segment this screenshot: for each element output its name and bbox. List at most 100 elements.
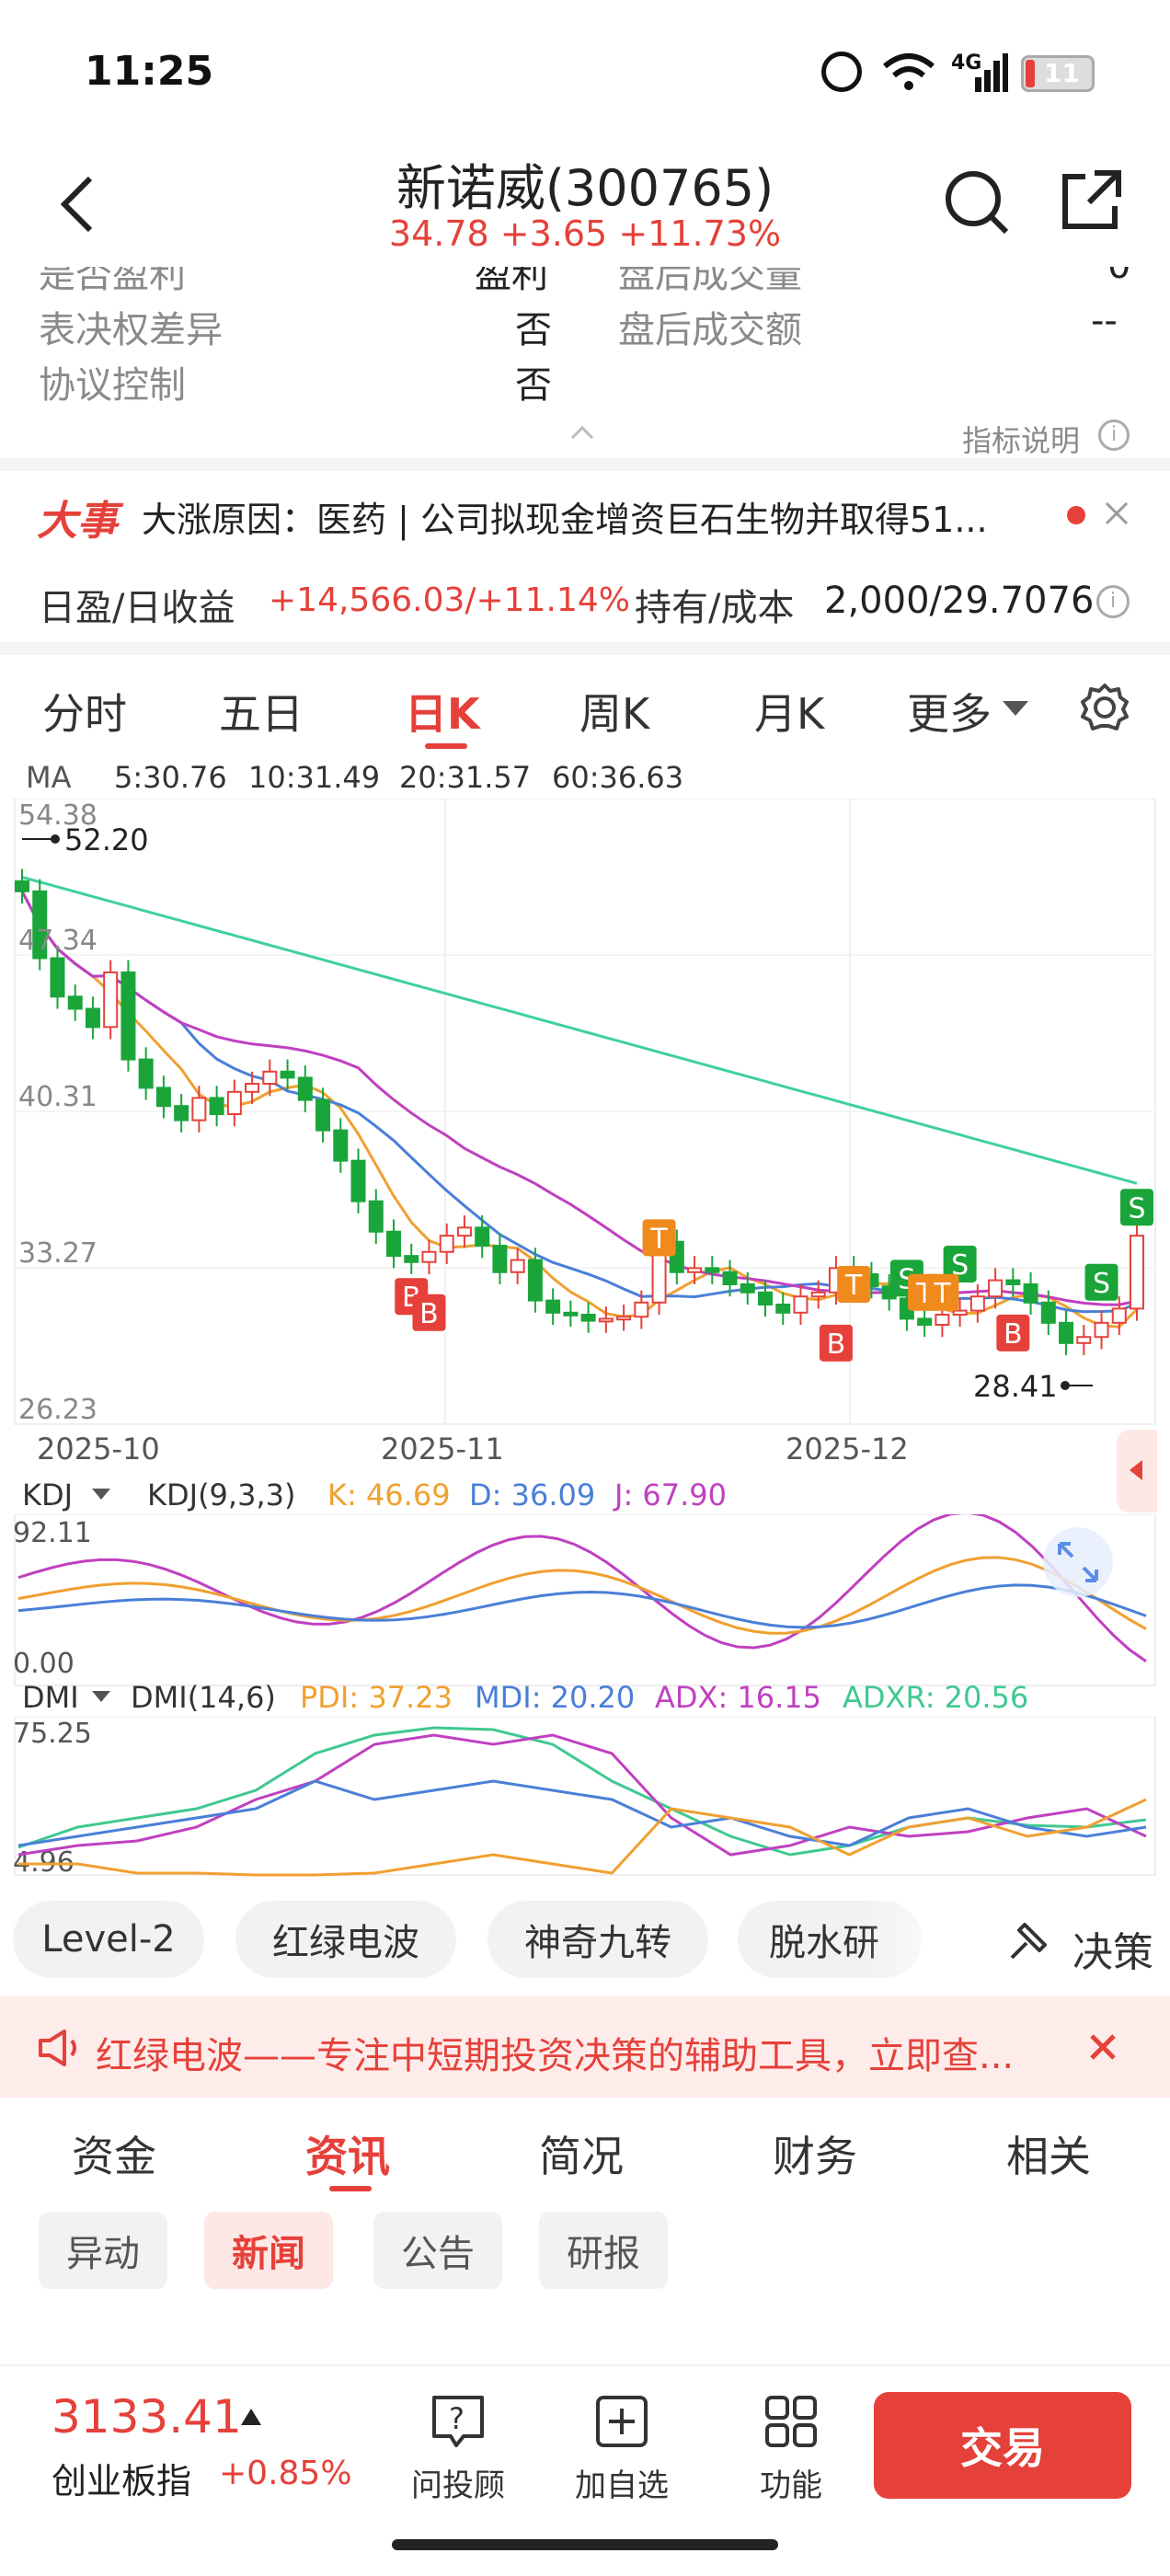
tab-intraday[interactable]: 分时 xyxy=(42,681,127,742)
tool-chip-row: Level-2 红绿电波 神奇九转 脱水研 决策 xyxy=(0,1901,1170,1989)
info-label: 表决权差异 xyxy=(39,309,223,351)
tab-monthly-k[interactable]: 月K xyxy=(754,681,824,742)
index-change: +0.85% xyxy=(219,2455,352,2492)
add-watchlist-button[interactable]: 加自选 xyxy=(567,2392,677,2505)
gear-icon[interactable] xyxy=(1080,683,1130,732)
divider xyxy=(0,458,1170,471)
candle-body xyxy=(545,1299,561,1314)
news-banner[interactable]: 大事 大涨原因：医药 | 公司拟现金增资巨石生物并取得51... xyxy=(0,471,1170,550)
candle-body xyxy=(350,1159,366,1202)
candle-body xyxy=(634,1301,649,1318)
candle-body xyxy=(775,1304,791,1314)
candle-body xyxy=(174,1105,189,1121)
battery-level: 11 xyxy=(1044,58,1080,88)
subtab-movement[interactable]: 异动 xyxy=(39,2212,167,2289)
tab-daily-k[interactable]: 日K xyxy=(405,681,480,742)
collapse-chevron-icon[interactable] xyxy=(570,425,594,440)
chip-level2[interactable]: Level-2 xyxy=(13,1901,204,1978)
kdj-selector[interactable]: KDJ xyxy=(22,1478,73,1512)
tab-finance[interactable]: 财务 xyxy=(773,2123,857,2184)
info-icon[interactable]: i xyxy=(1098,420,1130,451)
candle-body xyxy=(527,1259,543,1302)
ask-advisor-label: 问投顾 xyxy=(411,2467,505,2504)
status-bar: 11:25 4G 11 xyxy=(0,0,1170,138)
tab-five-day[interactable]: 五日 xyxy=(219,681,304,742)
signal-marker-label: T xyxy=(649,1223,668,1255)
daily-profit-value: +14,566.03/+11.14% xyxy=(269,581,630,619)
decision-button[interactable]: 决策 xyxy=(1072,1919,1153,1978)
ma10-value: 10:31.49 xyxy=(248,760,381,795)
profit-row: 日盈/日收益 +14,566.03/+11.14% 持有/成本 2,000/29… xyxy=(0,558,1170,640)
subtab-announcement[interactable]: 公告 xyxy=(373,2212,502,2289)
kdj-title: KDJ(9,3,3) xyxy=(147,1478,296,1512)
top-header: 新诺威(300765) 34.78 +3.65 +11.73% xyxy=(0,138,1170,267)
info-icon[interactable]: i xyxy=(1096,585,1130,618)
candle-body xyxy=(138,1058,154,1089)
ma60-value: 60:36.63 xyxy=(552,760,684,795)
tab-weekly-k[interactable]: 周K xyxy=(579,681,649,742)
trade-button[interactable]: 交易 xyxy=(874,2392,1131,2499)
indicator-note-link[interactable]: 指标说明 xyxy=(962,418,1080,460)
candlestick-chart[interactable]: TBBT S ST TB BSS 54.38 47.34 40.31 33.27 26.… xyxy=(0,799,1170,1468)
candle-body xyxy=(740,1282,755,1294)
x-tick-label: 2025-10 xyxy=(37,1432,160,1466)
bottom-bar: 3133.41 创业板指 +0.85% ? 问投顾 加自选 功能 交易 xyxy=(0,2364,1170,2521)
info-label: 是否盈利 xyxy=(39,267,186,296)
index-value[interactable]: 3133.41 xyxy=(52,2390,242,2444)
close-icon[interactable] xyxy=(1104,500,1130,526)
candle-body xyxy=(1059,1321,1074,1344)
signal-marker-label: S xyxy=(1093,1268,1110,1300)
subtab-research[interactable]: 研报 xyxy=(539,2212,668,2289)
tab-profile[interactable]: 简况 xyxy=(539,2123,624,2184)
kdj-k-value: K: 46.69 xyxy=(327,1478,451,1512)
close-icon[interactable] xyxy=(1089,2033,1117,2061)
subtab-news[interactable]: 新闻 xyxy=(204,2212,333,2289)
candle-body xyxy=(439,1235,454,1253)
dmi-top-label: 75.25 xyxy=(13,1718,92,1750)
dmi-legend: DMI DMI(14,6) PDI: 37.23 MDI: 20.20 ADX:… xyxy=(0,1674,1170,1720)
candle-body xyxy=(935,1314,950,1327)
dmi-line xyxy=(17,1779,1147,1847)
info-value: -- xyxy=(1091,300,1118,342)
wifi-icon xyxy=(883,53,935,90)
promo-banner[interactable]: 红绿电波——专注中短期投资决策的辅助工具，立即查... xyxy=(0,1996,1170,2098)
candle-body xyxy=(1130,1235,1144,1310)
candle-body xyxy=(616,1316,632,1321)
candle-body xyxy=(492,1245,508,1273)
kdj-top-label: 92.11 xyxy=(13,1517,92,1549)
trade-label: 交易 xyxy=(960,2423,1045,2473)
dmi-title: DMI(14,6) xyxy=(131,1680,276,1715)
functions-button[interactable]: 功能 xyxy=(736,2392,846,2505)
tab-funds[interactable]: 资金 xyxy=(72,2123,156,2184)
candle-body xyxy=(952,1309,968,1317)
candle-body xyxy=(421,1250,437,1263)
candle-body xyxy=(120,971,136,1061)
candle-body xyxy=(280,1070,295,1079)
chip-magic-nine[interactable]: 神奇九转 xyxy=(488,1901,708,1978)
info-value: 盈利 xyxy=(475,267,548,296)
tab-related[interactable]: 相关 xyxy=(1006,2123,1091,2184)
hold-cost-value: 2,000/29.7076 xyxy=(824,580,1095,622)
candle-body xyxy=(155,1087,171,1108)
signal-marker-label: B xyxy=(1004,1318,1023,1351)
candle-body xyxy=(404,1255,419,1263)
dmi-chart: 75.25 4.96 xyxy=(13,1717,1156,1879)
signal-marker-label: T xyxy=(933,1278,951,1310)
kdj-line xyxy=(17,1556,1147,1635)
dmi-selector[interactable]: DMI xyxy=(22,1680,79,1715)
dropdown-triangle-icon xyxy=(92,1691,110,1702)
tab-news[interactable]: 资讯 xyxy=(305,2123,390,2184)
search-icon[interactable] xyxy=(942,167,1012,237)
status-time: 11:25 xyxy=(85,48,214,95)
candle-body xyxy=(917,1317,933,1327)
info-value: 否 xyxy=(515,309,552,351)
candle-body xyxy=(209,1097,224,1116)
ma5-value: 5:30.76 xyxy=(114,760,227,795)
candle-body xyxy=(988,1279,1004,1298)
share-icon[interactable] xyxy=(1058,167,1124,234)
index-name: 创业板指 xyxy=(52,2461,192,2501)
chip-red-green-wave[interactable]: 红绿电波 xyxy=(235,1901,456,1978)
ask-advisor-button[interactable]: ? 问投顾 xyxy=(403,2392,513,2505)
dropdown-triangle-icon xyxy=(92,1489,110,1500)
tab-more[interactable]: 更多 xyxy=(907,681,992,742)
